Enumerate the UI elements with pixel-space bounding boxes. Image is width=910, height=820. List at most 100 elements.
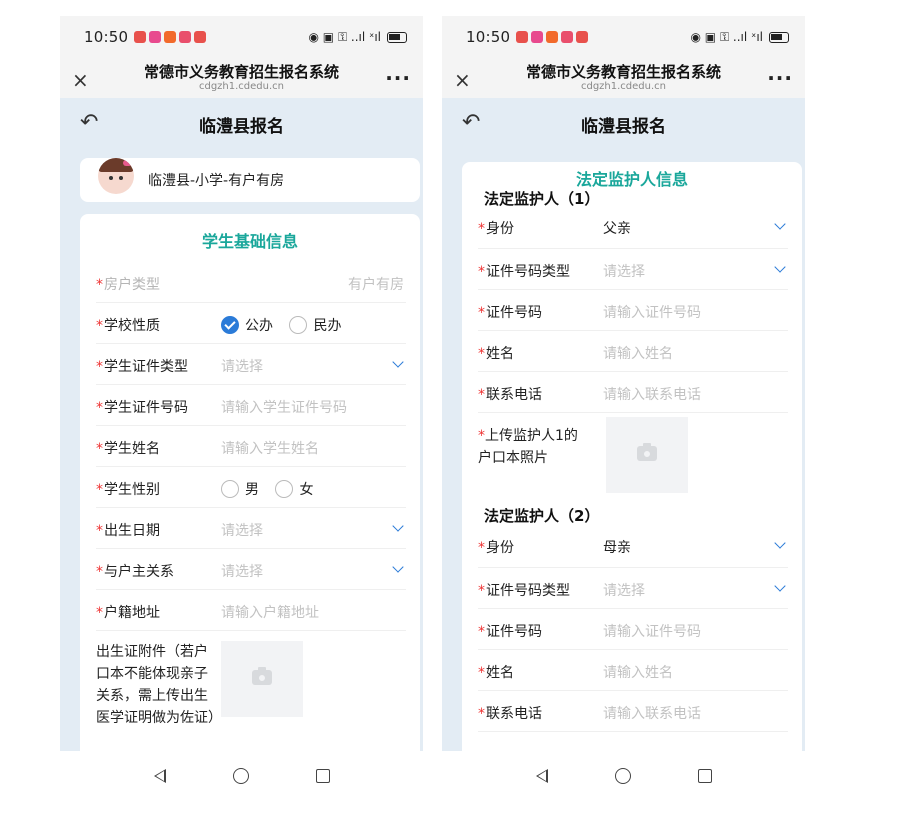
select-placeholder: 请选择 (221, 564, 263, 580)
more-menu-icon[interactable]: ··· (385, 66, 411, 90)
notification-icon (194, 31, 207, 43)
field-label: *出生日期 (96, 523, 160, 539)
page-title: 临澧县报名 (199, 117, 284, 137)
browser-title-bar: × 常德市义务教育招生报名系统 cdgzh1.cdedu.cn ··· (442, 58, 805, 98)
field-label: *学生证件类型 (96, 359, 188, 375)
nav-home-icon[interactable] (232, 768, 249, 784)
housing-type-value: 有户有房 (348, 277, 404, 293)
radio-unchecked-icon (275, 480, 294, 498)
guardian-2-identity-select[interactable]: *身份 母亲 (478, 527, 788, 568)
guardian-2-id-number-field[interactable]: *证件号码 请输入证件号码 (478, 609, 788, 650)
status-icons: ◉ ▣ ⚿ ..ıl ˣıl (309, 30, 407, 45)
guardian-2-phone-field[interactable]: *联系电话 请输入联系电话 (478, 691, 788, 732)
upload-photo-button[interactable] (221, 641, 303, 717)
student-gender-row: *学生性别 男 女 (96, 467, 406, 508)
site-title: 常德市义务教育招生报名系统 (525, 63, 721, 81)
input-placeholder: 请输入证件号码 (603, 305, 701, 321)
radio-male[interactable]: 男 (221, 480, 259, 498)
identity-value: 母亲 (603, 540, 631, 556)
input-placeholder: 请输入姓名 (603, 346, 673, 362)
field-label: *姓名 (478, 346, 514, 362)
nav-back-icon[interactable] (535, 769, 548, 783)
chevron-down-icon (774, 218, 786, 230)
guardian-info-form: 法定监护人信息 法定监护人（1） *身份 父亲 *证件号码类型 请选择 *证件号… (462, 162, 802, 751)
guardian-2-id-type-select[interactable]: *证件号码类型 请选择 (478, 568, 788, 609)
guardian-1-id-number-field[interactable]: *证件号码 请输入证件号码 (478, 290, 788, 331)
selected-school-card: 临澧县-小学-有户有房 (80, 158, 420, 202)
guardian-1-phone-field[interactable]: *联系电话 请输入联系电话 (478, 372, 788, 413)
select-placeholder: 请选择 (603, 583, 645, 599)
android-nav-bar (60, 752, 423, 800)
field-label: *房户类型 (96, 277, 160, 293)
guardian-1-upload-row: *上传监护人1的户口本照片 (478, 413, 788, 505)
input-placeholder: 请输入证件号码 (603, 624, 701, 640)
page-title: 临澧县报名 (581, 117, 666, 137)
field-label: *学生姓名 (96, 441, 160, 457)
field-label: *户籍地址 (96, 605, 160, 621)
notification-icon (531, 31, 544, 43)
nav-recents-icon[interactable] (697, 769, 712, 783)
student-id-type-select[interactable]: *学生证件类型 请选择 (96, 344, 406, 385)
input-placeholder: 请输入户籍地址 (221, 605, 319, 621)
select-placeholder: 请选择 (603, 264, 645, 280)
field-label: *证件号码 (478, 305, 542, 321)
page-nav-bar: ↶ 临澧县报名 (442, 100, 805, 148)
gender-radio-group: 男 女 (221, 479, 325, 499)
field-label: *联系电话 (478, 387, 542, 403)
householder-relation-select[interactable]: *与户主关系 请选择 (96, 549, 406, 590)
status-time: 10:50 (84, 28, 129, 46)
notification-icon (561, 31, 574, 43)
field-label: *证件号码类型 (478, 264, 570, 280)
guardian-1-identity-select[interactable]: *身份 父亲 (478, 208, 788, 249)
status-bar: 10:50 ◉ ▣ ⚿ ..ıl ˣıl (442, 16, 805, 58)
household-address-field[interactable]: *户籍地址 请输入户籍地址 (96, 590, 406, 631)
field-label: *姓名 (478, 665, 514, 681)
nav-recents-icon[interactable] (315, 769, 330, 783)
site-domain: cdgzh1.cdedu.cn (580, 81, 667, 92)
select-placeholder: 请选择 (221, 359, 263, 375)
guardian-1-name-field[interactable]: *姓名 请输入姓名 (478, 331, 788, 372)
guardian-2-title: 法定监护人（2） (484, 507, 600, 525)
student-id-number-field[interactable]: *学生证件号码 请输入学生证件号码 (96, 385, 406, 426)
input-placeholder: 请输入姓名 (603, 665, 673, 681)
field-label: *联系电话 (478, 706, 542, 722)
student-name-field[interactable]: *学生姓名 请输入学生姓名 (96, 426, 406, 467)
birth-date-select[interactable]: *出生日期 请选择 (96, 508, 406, 549)
chevron-down-icon (774, 261, 786, 273)
site-title: 常德市义务教育招生报名系统 (143, 63, 339, 81)
radio-unchecked-icon (221, 480, 239, 498)
guardian-2-name-field[interactable]: *姓名 请输入姓名 (478, 650, 788, 691)
chevron-down-icon (774, 537, 786, 549)
battery-icon (769, 31, 789, 43)
input-placeholder: 请输入学生证件号码 (221, 400, 347, 416)
school-nature-row: *学校性质 公办 民办 (96, 303, 406, 344)
phone-screen-left: 10:50 ◉ ▣ ⚿ ..ıl ˣıl × 常德市义务教育招生报名系统 cdg… (60, 16, 423, 751)
field-label: *与户主关系 (96, 564, 174, 580)
notification-icon (516, 31, 529, 43)
field-label: *证件号码类型 (478, 583, 570, 599)
upload-photo-button[interactable] (606, 417, 688, 493)
status-icons: ◉ ▣ ⚿ ..ıl ˣıl (690, 29, 789, 45)
field-label: *身份 (478, 540, 514, 556)
select-placeholder: 请选择 (221, 523, 263, 539)
more-menu-icon[interactable]: ··· (767, 66, 793, 90)
chevron-down-icon (392, 356, 404, 368)
site-domain: cdgzh1.cdedu.cn (198, 81, 285, 92)
nav-home-icon[interactable] (614, 768, 631, 784)
section-title: 学生基础信息 (201, 232, 298, 251)
guardian-1-id-type-select[interactable]: *证件号码类型 请选择 (478, 249, 788, 290)
notification-icon (576, 31, 589, 43)
notification-icon (546, 31, 559, 43)
radio-public[interactable]: 公办 (221, 316, 273, 334)
camera-icon (252, 667, 272, 685)
chevron-down-icon (392, 520, 404, 532)
field-label: 出生证附件（若户口本不能体现亲子关系，需上传出生医学证明做为佐证） (96, 644, 222, 726)
status-indicator-icons: ◉ ▣ ⚿ ..ıl ˣıl (690, 29, 764, 44)
phone-screen-right: 10:50 ◉ ▣ ⚿ ..ıl ˣıl × 常德市义务教育招生报名系统 cdg… (442, 16, 805, 751)
school-name: 临澧县-小学-有户有房 (148, 173, 285, 189)
avatar (98, 158, 134, 194)
radio-private[interactable]: 民办 (289, 316, 341, 334)
radio-checked-icon (221, 316, 239, 334)
radio-female[interactable]: 女 (275, 480, 313, 498)
nav-back-icon[interactable] (153, 769, 166, 783)
